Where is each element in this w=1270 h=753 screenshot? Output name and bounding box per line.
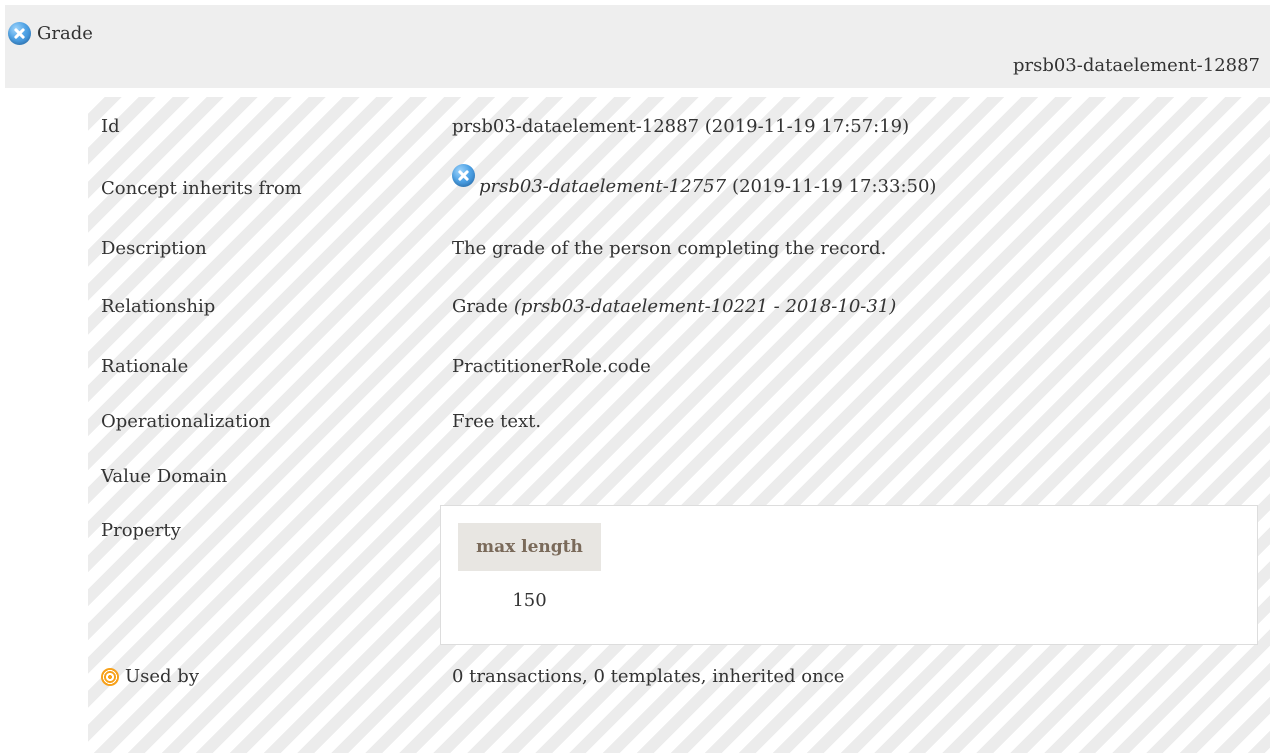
value-operationalization: Free text. [452,411,542,432]
concept-element-id: prsb03-dataelement-12887 [1012,55,1260,76]
value-id: prsb03-dataelement-12887 (2019-11-19 17:… [452,116,910,137]
label-relationship: Relationship [101,296,216,317]
label-used-by: Used by [125,666,199,687]
row-rationale: Rationale PractitionerRole.code [88,352,1270,382]
inherits-date: (2019-11-19 17:33:50) [732,176,937,197]
label-operationalization: Operationalization [101,411,271,432]
row-id: Id prsb03-dataelement-12887 (2019-11-19 … [88,112,1270,142]
row-used-by: Used by 0 transactions, 0 templates, inh… [88,662,1270,692]
value-relationship: Grade (prsb03-dataelement-10221 - 2018-1… [452,292,896,322]
relationship-ref: (prsb03-dataelement-10221 - 2018-10-31) [513,296,897,317]
label-id: Id [101,116,120,137]
label-rationale: Rationale [101,356,189,377]
concept-header: Grade prsb03-dataelement-12887 [5,5,1270,88]
property-header-max-length: max length [458,523,601,571]
value-inherits: prsb03-dataelement-12757 (2019-11-19 17:… [452,163,937,202]
label-inherits: Concept inherits from [101,178,302,199]
label-description: Description [101,238,207,259]
property-table: max length 150 [440,505,1258,645]
value-rationale: PractitionerRole.code [452,356,651,377]
row-description: Description The grade of the person comp… [88,234,1270,264]
concept-title: Grade [37,22,93,44]
label-used-by-wrap: Used by [101,662,199,692]
row-inherits: Concept inherits from prsb03-dataelement… [88,163,1270,204]
inherits-status-icon [452,163,475,187]
row-relationship: Relationship Grade (prsb03-dataelement-1… [88,292,1270,322]
label-value-domain: Value Domain [101,466,228,487]
relationship-name[interactable]: Grade [452,292,508,322]
property-value-max-length: 150 [512,590,547,611]
target-icon [101,668,119,686]
label-property: Property [101,520,181,541]
value-used-by[interactable]: 0 transactions, 0 templates, inherited o… [452,662,844,692]
concept-status-icon [8,22,31,45]
row-value-domain: Value Domain [88,462,1270,492]
concept-details-panel: Id prsb03-dataelement-12887 (2019-11-19 … [88,97,1270,753]
concept-title-wrap: Grade [8,22,93,45]
inherits-link[interactable]: prsb03-dataelement-12757 [479,172,726,202]
row-operationalization: Operationalization Free text. [88,407,1270,437]
value-description: The grade of the person completing the r… [452,238,887,259]
